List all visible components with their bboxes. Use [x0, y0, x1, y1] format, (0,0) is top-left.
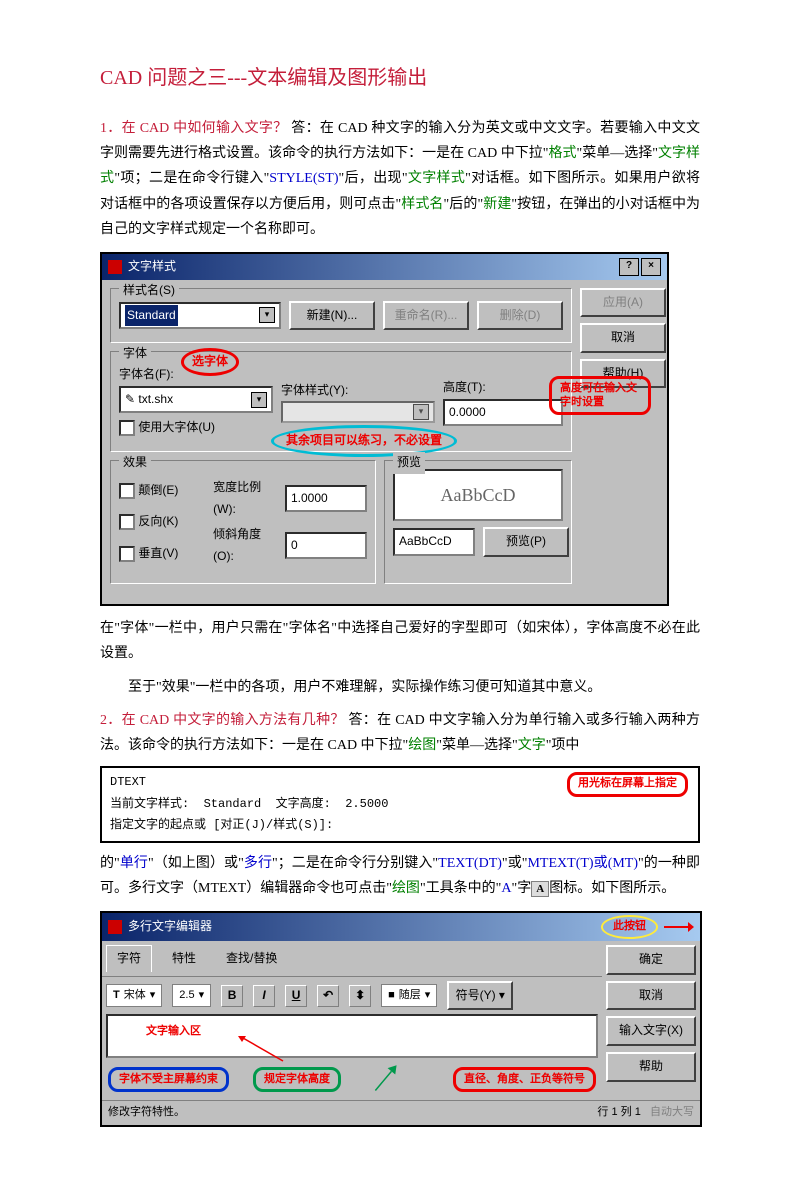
- ok-button[interactable]: 确定: [606, 945, 696, 975]
- preview-display: AaBbCcD: [393, 469, 563, 521]
- dialog-title: 文字样式: [128, 256, 176, 278]
- callout-height: 规定字体高度: [253, 1067, 341, 1091]
- page-title: CAD 问题之三---文本编辑及图形输出: [100, 60, 700, 96]
- bold-button[interactable]: B: [221, 985, 243, 1007]
- style-group: 样式名(S) Standard▾ 新建(N)... 重命名(R)... 删除(D…: [110, 288, 572, 344]
- oblique-input[interactable]: 0: [285, 532, 367, 560]
- style-select[interactable]: Standard▾: [119, 302, 281, 330]
- width-input[interactable]: 1.0000: [285, 485, 367, 513]
- cancel-button[interactable]: 取消: [606, 981, 696, 1011]
- height-input[interactable]: 0.0000: [443, 399, 563, 427]
- font-style-select[interactable]: ▾: [281, 401, 435, 423]
- dialog-titlebar: 多行文字编辑器 此按钮: [102, 913, 700, 941]
- callout-symbol: 直径、角度、正负等符号: [453, 1067, 596, 1091]
- new-button[interactable]: 新建(N)...: [289, 301, 375, 331]
- close-button[interactable]: ×: [641, 258, 661, 276]
- arrow-icon: [238, 1036, 288, 1066]
- callout-height: 高度可在输入文字时设置: [549, 376, 651, 415]
- width-label: 宽度比例(W):: [213, 477, 277, 520]
- callout-scroll: 字体不受主屏幕约束: [108, 1067, 229, 1091]
- para-after-dialog1: 在"字体"一栏中，用户只需在"字体名"中选择自己爱好的字型即可（如宋体），字体高…: [100, 616, 700, 666]
- bigfont-checkbox[interactable]: [119, 420, 135, 436]
- text-style-dialog: 文字样式 ? × 样式名(S) Standard▾ 新建(N)... 重命名(R…: [100, 252, 669, 606]
- font-name-select[interactable]: ✎ txt.shx▾: [119, 386, 273, 414]
- chevron-down-icon: ▾: [251, 392, 267, 408]
- underline-button[interactable]: U: [285, 985, 307, 1007]
- arrow-icon: [664, 920, 694, 934]
- callout-other-items: 其余项目可以练习，不必设置: [271, 425, 457, 457]
- font-style-label: 字体样式(Y):: [281, 380, 435, 402]
- section2-text: 2．在 CAD 中文字的输入方法有几种？ 答：在 CAD 中文字输入分为单行输入…: [100, 708, 700, 758]
- group-label: 效果: [119, 452, 151, 474]
- mtext-editor-dialog: 多行文字编辑器 此按钮 字符 特性 查找/替换 T 宋体 ▾ 2.5 ▾ B I…: [100, 911, 702, 1127]
- height-label: 高度(T):: [443, 377, 563, 399]
- oblique-label: 倾斜角度(O):: [213, 524, 277, 567]
- font-group: 字体 选字体 字体名(F): ✎ txt.shx▾ 使用大字体(U) 字体样式(…: [110, 351, 572, 452]
- symbol-button[interactable]: 符号(Y) ▾: [447, 981, 513, 1011]
- italic-button[interactable]: I: [253, 985, 275, 1007]
- dialog-title: 多行文字编辑器: [128, 916, 212, 938]
- font-select[interactable]: T 宋体 ▾: [106, 984, 162, 1008]
- backward-checkbox[interactable]: [119, 514, 135, 530]
- apply-button[interactable]: 应用(A): [580, 288, 666, 318]
- callout-this-button: 此按钮: [601, 915, 658, 939]
- help-button[interactable]: 帮助: [606, 1052, 696, 1082]
- app-icon: [108, 920, 122, 934]
- preview-group: 预览 AaBbCcD AaBbCcD 预览(P): [384, 460, 572, 584]
- tab-row: 字符 特性 查找/替换: [102, 941, 602, 977]
- chevron-down-icon: ▾: [259, 307, 275, 323]
- command-line-box: DTEXT 当前文字样式: Standard 文字高度: 2.5000 指定文字…: [100, 766, 700, 843]
- rename-button[interactable]: 重命名(R)...: [383, 301, 469, 331]
- callout-cursor: 用光标在屏幕上指定: [567, 772, 688, 796]
- preview-button[interactable]: 预览(P): [483, 527, 569, 557]
- tab-char[interactable]: 字符: [106, 945, 152, 972]
- delete-button[interactable]: 删除(D): [477, 301, 563, 331]
- layer-select[interactable]: ■ 随层 ▾: [381, 984, 437, 1008]
- status-bar: 修改字符特性。 行 1 列 1 自动大写: [102, 1100, 700, 1125]
- section1-text: 1．在 CAD 中如何输入文字？ 答：在 CAD 种文字的输入分为英文或中文文字…: [100, 116, 700, 242]
- stack-button[interactable]: ⬍: [349, 985, 371, 1007]
- status-right: 自动大写: [650, 1106, 694, 1118]
- group-label: 样式名(S): [119, 280, 179, 302]
- tab-prop[interactable]: 特性: [162, 946, 206, 972]
- para-after-dialog1b: 至于"效果"一栏中的各项，用户不难理解，实际操作练习便可知道其中意义。: [100, 675, 700, 700]
- group-label: 预览: [393, 452, 425, 474]
- toolbar: T 宋体 ▾ 2.5 ▾ B I U ↶ ⬍ ■ 随层 ▾ 符号(Y) ▾: [102, 977, 602, 1015]
- app-icon: [108, 260, 122, 274]
- tab-find[interactable]: 查找/替换: [216, 946, 287, 972]
- status-mid: 行 1 列 1: [597, 1106, 640, 1118]
- callout-input-area: 文字输入区: [138, 1022, 209, 1040]
- dialog-titlebar: 文字样式 ? ×: [102, 254, 667, 280]
- chevron-down-icon: ▾: [413, 404, 429, 420]
- a-icon: A: [531, 881, 549, 897]
- effect-group: 效果 颠倒(E) 反向(K) 垂直(V) 宽度比例(W):1.0000 倾斜角度…: [110, 460, 376, 584]
- size-select[interactable]: 2.5 ▾: [172, 984, 211, 1008]
- help-button[interactable]: ?: [619, 258, 639, 276]
- callout-select-font: 选字体: [181, 348, 239, 376]
- vertical-checkbox[interactable]: [119, 546, 135, 562]
- status-left: 修改字符特性。: [108, 1103, 185, 1123]
- import-button[interactable]: 输入文字(X): [606, 1016, 696, 1046]
- preview-input[interactable]: AaBbCcD: [393, 528, 475, 556]
- arrow-icon: [361, 1054, 410, 1104]
- text-input-area[interactable]: 文字输入区: [106, 1014, 598, 1058]
- upside-checkbox[interactable]: [119, 483, 135, 499]
- para-after-cmd: 的"单行"（如上图）或"多行"；二是在命令行分别键入"TEXT(DT)"或"MT…: [100, 851, 700, 901]
- group-label: 字体: [119, 343, 151, 365]
- undo-button[interactable]: ↶: [317, 985, 339, 1007]
- cancel-button[interactable]: 取消: [580, 323, 666, 353]
